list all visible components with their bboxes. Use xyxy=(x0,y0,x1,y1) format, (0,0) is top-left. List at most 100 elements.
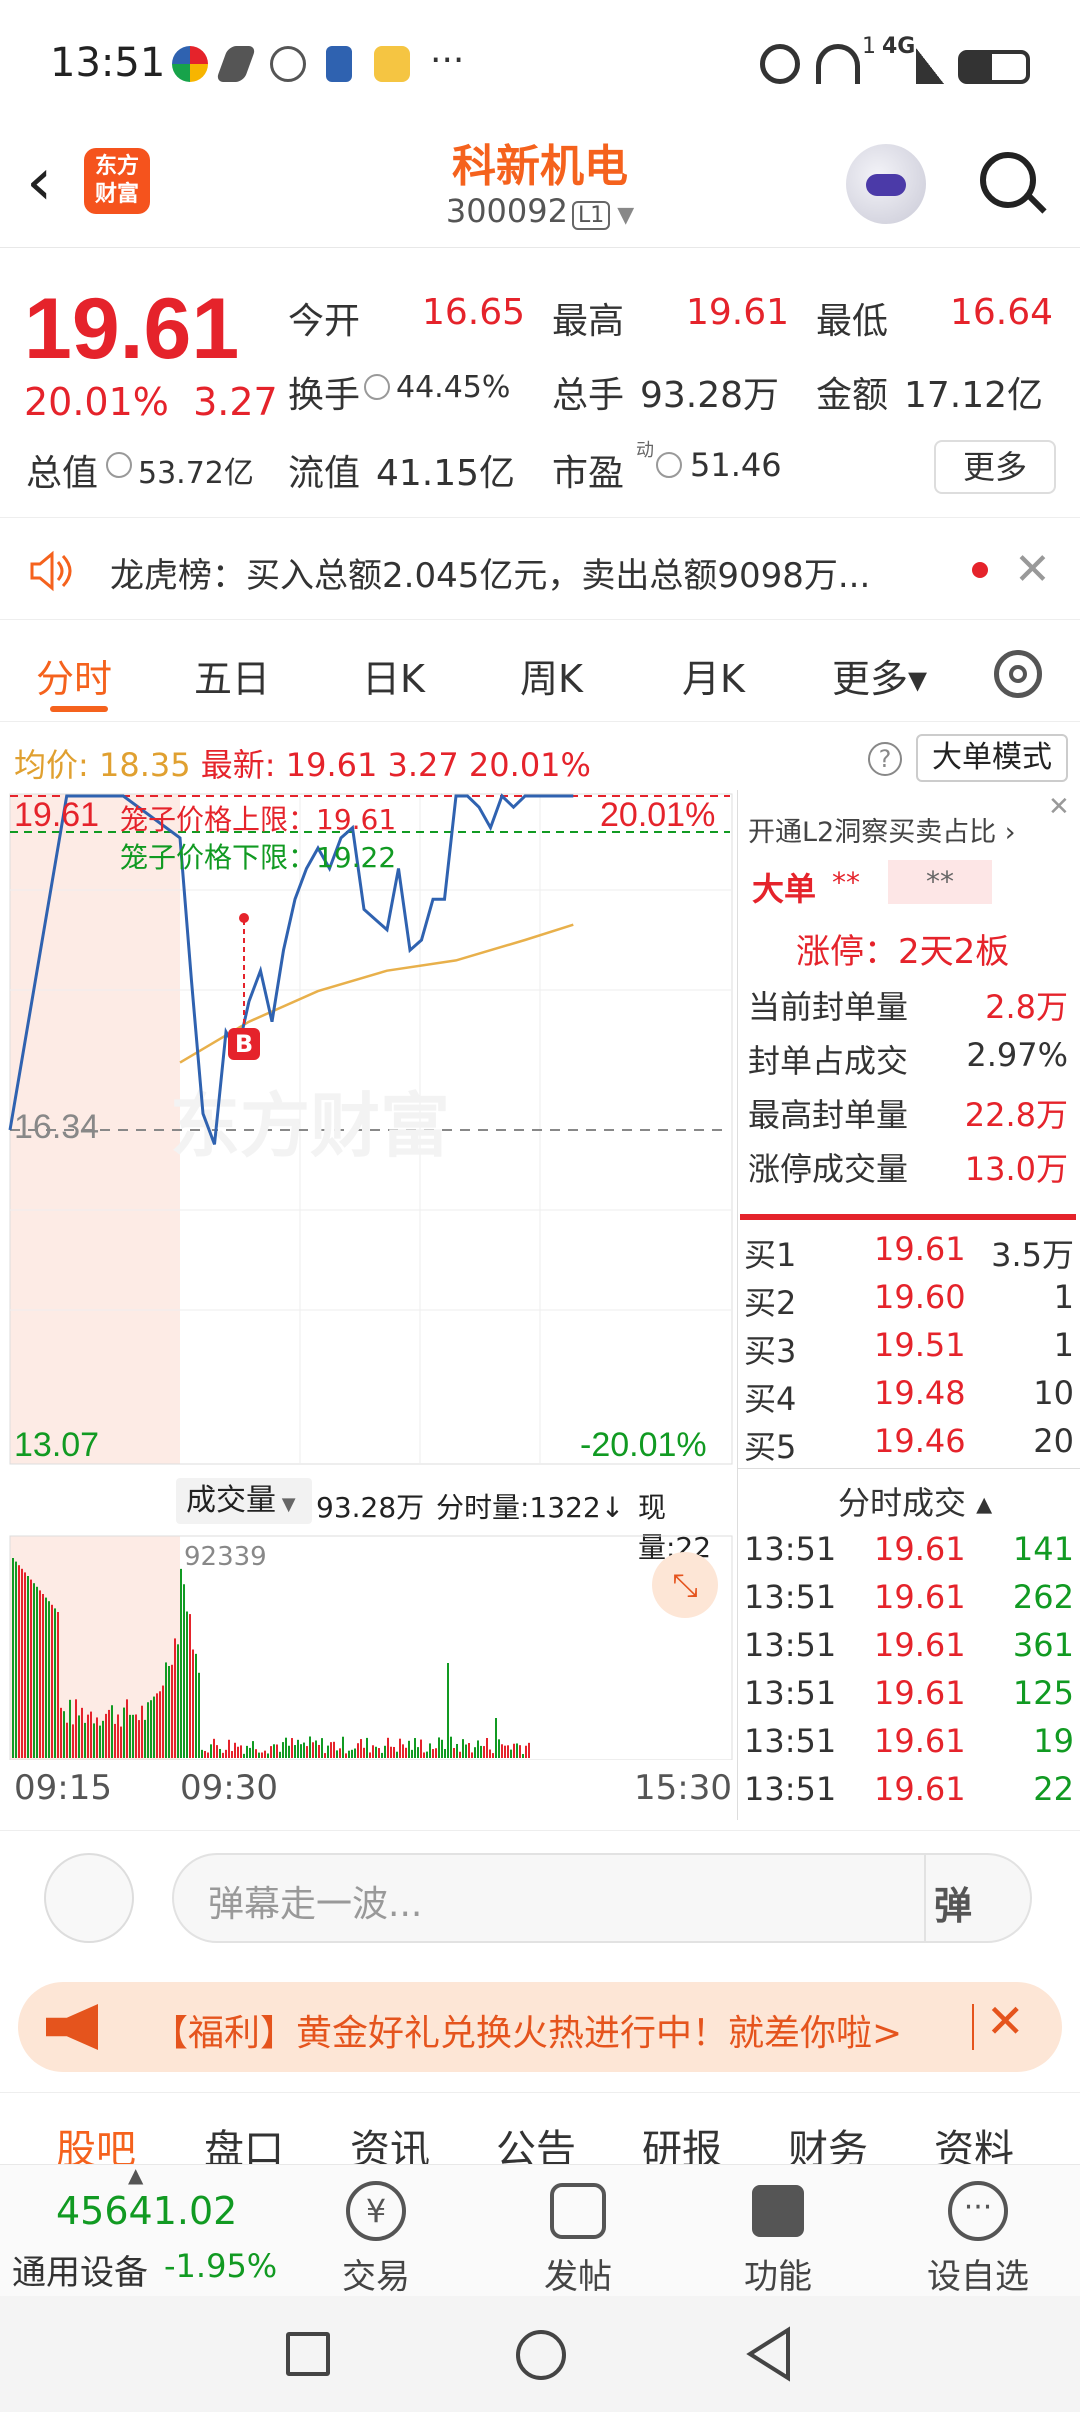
high-value: 19.61 xyxy=(686,292,790,333)
stat-value: 13.0万 xyxy=(964,1150,1068,1188)
promo-banner[interactable]: 【福利】黄金好礼兑换火热进行中！就差你啦> ✕ xyxy=(18,1982,1062,2072)
volume-bar xyxy=(135,1714,137,1758)
buy-marker[interactable]: B xyxy=(228,1028,260,1060)
volume-bar xyxy=(306,1746,308,1758)
close-icon[interactable]: ✕ xyxy=(1048,792,1070,822)
more-dots-icon: ··· xyxy=(430,40,465,81)
volume-bar xyxy=(24,1572,26,1758)
volume-bar xyxy=(171,1664,173,1758)
bid-row[interactable]: 买2 19.60 1 xyxy=(738,1278,1080,1324)
bid-row[interactable]: 买3 19.51 1 xyxy=(738,1326,1080,1372)
info-icon[interactable] xyxy=(364,374,390,400)
volume-chart[interactable]: 92339 ⤡ xyxy=(0,1530,735,1760)
recent-apps-icon[interactable] xyxy=(286,2332,330,2376)
sector-name: 通用设备 xyxy=(12,2253,148,2293)
volume-bar xyxy=(366,1737,368,1758)
volume-bar xyxy=(183,1584,185,1758)
volume-bar xyxy=(216,1745,218,1758)
intraday-chart[interactable]: 东方财富 19.61 笼子价格上限：19.61 笼子价格下限：19.22 20.… xyxy=(0,790,735,1470)
tab-five-day[interactable]: 五日 xyxy=(194,648,270,703)
divider xyxy=(924,1853,926,1943)
more-quote-button[interactable]: 更多 xyxy=(934,440,1056,494)
tick-row: 13:51 19.61 22 xyxy=(738,1770,1080,1816)
volume-bar xyxy=(300,1744,302,1758)
tab-intraday[interactable]: 分时 xyxy=(36,648,112,703)
open-value: 16.65 xyxy=(422,292,526,333)
l2-upgrade-link[interactable]: 开通L2洞察买卖占比 › xyxy=(748,810,1016,849)
pe-label: 市盈 xyxy=(552,453,625,494)
bid-price: 19.46 xyxy=(874,1422,966,1460)
volume-bar xyxy=(447,1663,449,1758)
danmu-settings-icon[interactable] xyxy=(44,1853,134,1943)
bid-volume: 20 xyxy=(1033,1422,1074,1460)
chevron-down-icon: ▼ xyxy=(610,203,635,228)
tab-monthly-k[interactable]: 月K xyxy=(682,648,745,703)
bid-row[interactable]: 买5 19.46 20 xyxy=(738,1422,1080,1468)
robot-visor xyxy=(866,174,906,196)
volume-bar xyxy=(174,1638,176,1758)
back-nav-icon[interactable] xyxy=(744,2326,794,2382)
avg-value: 18.35 xyxy=(98,746,191,784)
volume-bar xyxy=(84,1722,86,1758)
ticks-header[interactable]: 分时成交 ▴ xyxy=(838,1478,992,1524)
big-order-label: 大单 xyxy=(752,870,817,908)
tick-row: 13:51 19.61 361 xyxy=(738,1626,1080,1672)
volume-bar xyxy=(522,1753,524,1758)
help-icon[interactable]: ? xyxy=(868,742,902,776)
stat-value: 2.97% xyxy=(966,1036,1068,1074)
divider xyxy=(972,2004,974,2050)
big-order-mode-button[interactable]: 大单模式 xyxy=(916,734,1068,782)
divider xyxy=(740,1214,1076,1220)
tab-more[interactable]: 更多▾ xyxy=(832,648,927,703)
volume-bar xyxy=(402,1744,404,1758)
volume-bar xyxy=(141,1705,143,1758)
volume-bar xyxy=(471,1752,473,1758)
tick-volume: 361 xyxy=(1012,1626,1074,1664)
volume-bar xyxy=(66,1722,68,1758)
pe-value: 51.46 xyxy=(690,446,782,484)
volume-bar xyxy=(378,1748,380,1758)
expand-icon[interactable]: ⤡ xyxy=(652,1552,718,1618)
info-icon[interactable] xyxy=(656,452,682,478)
tab-daily-k[interactable]: 日K xyxy=(362,648,425,703)
stat-label: 最高封单量 xyxy=(748,1096,909,1134)
tab-weekly-k[interactable]: 周K xyxy=(520,648,583,703)
close-icon[interactable]: ✕ xyxy=(1014,544,1051,595)
alarm-icon xyxy=(760,44,800,84)
change-pct: 20.01% xyxy=(24,380,169,424)
volume-bar xyxy=(492,1753,494,1758)
nav-add-watchlist[interactable]: 设自选 xyxy=(898,2249,1058,2298)
news-banner[interactable]: 龙虎榜：买入总额2.045亿元，卖出总额9098万... ✕ xyxy=(0,520,1080,620)
volume-selector[interactable]: 成交量 ▼ xyxy=(176,1478,312,1524)
bid-row[interactable]: 买4 19.48 10 xyxy=(738,1374,1080,1420)
volume-bar xyxy=(336,1750,338,1758)
weather-icon xyxy=(374,46,410,82)
bid-row[interactable]: 买1 19.61 3.5万 xyxy=(738,1230,1080,1276)
x-tick-label: 09:30 xyxy=(180,1768,278,1808)
more-circle-icon: ··· xyxy=(948,2181,1008,2241)
nav-post[interactable]: 发帖 xyxy=(498,2249,658,2298)
sector-index-value[interactable]: 45641.02 xyxy=(56,2189,237,2233)
danmu-send-button[interactable]: 弹 xyxy=(934,1875,972,1930)
info-icon[interactable] xyxy=(106,452,132,478)
buy-marker-dot xyxy=(239,913,249,923)
volume-bar xyxy=(489,1749,491,1758)
nav-functions[interactable]: 功能 xyxy=(698,2249,858,2298)
tick-price: 19.61 xyxy=(874,1770,966,1808)
volume-bar xyxy=(144,1719,146,1758)
volume-bar xyxy=(114,1723,116,1758)
close-icon[interactable]: ✕ xyxy=(986,1994,1025,2048)
volume-chart-svg xyxy=(9,1535,733,1760)
nav-trade[interactable]: 交易 xyxy=(296,2249,456,2298)
volume-bar xyxy=(36,1586,38,1758)
volume-bar xyxy=(12,1558,14,1758)
change-row: 20.01% 3.27 xyxy=(24,380,278,424)
volume-bar xyxy=(96,1717,98,1758)
tick-volume: 19 xyxy=(1033,1722,1074,1760)
volume-bar xyxy=(381,1752,383,1758)
tick-time: 13:51 xyxy=(744,1530,837,1568)
home-icon[interactable] xyxy=(516,2330,566,2380)
tick-time: 13:51 xyxy=(744,1722,837,1760)
volume-bar xyxy=(72,1724,74,1758)
volume-bar xyxy=(429,1743,431,1758)
